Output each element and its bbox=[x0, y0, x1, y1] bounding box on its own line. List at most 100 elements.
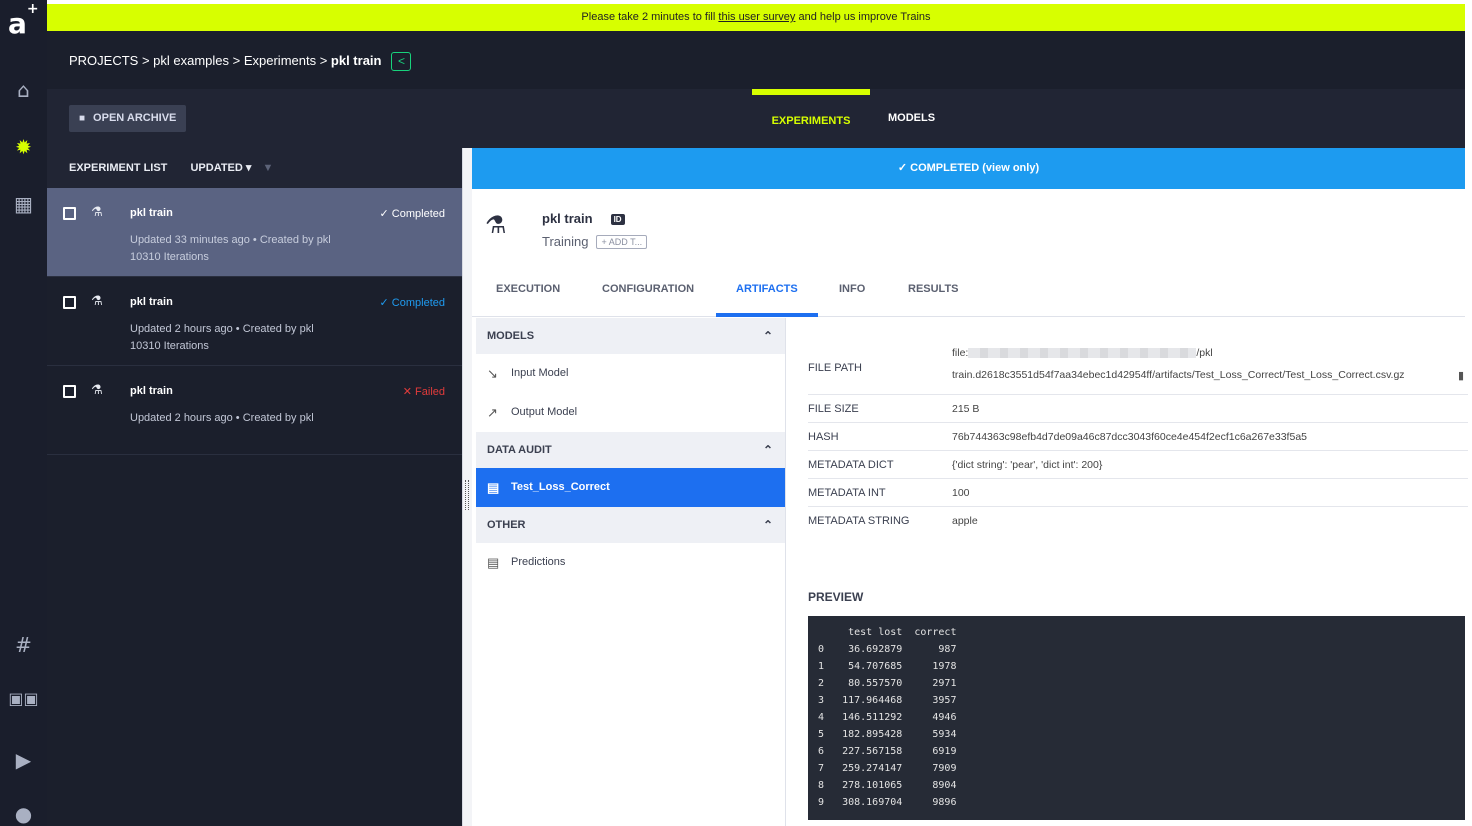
preview-title: PREVIEW bbox=[808, 590, 864, 604]
section-data-audit[interactable]: DATA AUDIT ⌃ bbox=[476, 432, 785, 468]
section-models[interactable]: MODELS ⌃ bbox=[476, 318, 785, 354]
chevron-down-icon: ▾ bbox=[245, 162, 252, 174]
training-type-icon: ⚗ bbox=[485, 211, 507, 239]
share-icon[interactable]: < bbox=[391, 52, 412, 71]
tab-artifacts[interactable]: ARTIFACTS bbox=[716, 275, 818, 317]
experiment-title: pkl train ID bbox=[542, 211, 625, 226]
artifacts-list: MODELS ⌃ ↘ Input Model ↗ Output Model DATA … bbox=[476, 318, 786, 826]
metadata-key: METADATA DICT bbox=[808, 459, 894, 471]
slack-icon[interactable]: # bbox=[0, 635, 47, 655]
experiment-header: ⚗ pkl train ID Training + ADD T... EXECUTI… bbox=[472, 189, 1465, 317]
list-item[interactable]: ↘ Input Model bbox=[476, 354, 785, 393]
metadata-value: {'dict string': 'pear', 'dict int': 200} bbox=[952, 459, 1103, 471]
list-item[interactable]: ▤ Predictions bbox=[476, 543, 785, 582]
table-row[interactable]: ⚗ pkl train Updated 2 hours ago • Create… bbox=[47, 366, 462, 455]
document-icon: ▤ bbox=[487, 480, 500, 495]
metadata-row: METADATA STRING apple bbox=[808, 507, 1468, 535]
tab-experiments[interactable]: EXPERIMENTS bbox=[752, 89, 870, 148]
preview-table: test lost correct 0 36.692879 987 1 54.7… bbox=[808, 616, 1465, 820]
archive-icon: ■ bbox=[79, 113, 86, 124]
training-type-icon: ⚗ bbox=[91, 383, 103, 398]
input-model-icon: ↘ bbox=[487, 366, 498, 381]
app-logo[interactable]: a+ bbox=[8, 2, 39, 38]
experiment-type: Training + ADD T... bbox=[542, 234, 648, 249]
survey-link[interactable]: this user survey bbox=[718, 11, 795, 23]
metadata-key: FILE PATH bbox=[808, 362, 862, 374]
tab-configuration[interactable]: CONFIGURATION bbox=[602, 275, 694, 303]
chevron-up-icon[interactable]: ⌃ bbox=[763, 432, 773, 468]
brain-icon[interactable]: ✹ bbox=[0, 137, 47, 157]
metadata-value: train.d2618c3551d54f7aa34ebec1d42954ff/a… bbox=[952, 369, 1405, 381]
open-archive-button[interactable]: ■ OPEN ARCHIVE bbox=[69, 105, 187, 132]
metadata-key: METADATA INT bbox=[808, 487, 886, 499]
tab-info[interactable]: INFO bbox=[839, 275, 865, 303]
chevron-up-icon[interactable]: ⌃ bbox=[763, 507, 773, 543]
experiment-meta: Updated 2 hours ago • Created by pkl 1031… bbox=[130, 323, 314, 352]
add-tag-button[interactable]: + ADD T... bbox=[596, 235, 648, 249]
banner-text: Please take 2 minutes to fill bbox=[581, 11, 719, 23]
list-title: EXPERIMENT LIST bbox=[69, 162, 168, 174]
row-checkbox[interactable] bbox=[63, 207, 76, 220]
drag-handle[interactable] bbox=[465, 480, 469, 510]
metadata-value: apple bbox=[952, 515, 978, 527]
metadata-value: file:/pkl bbox=[952, 347, 1213, 359]
document-icon: ▤ bbox=[487, 555, 500, 570]
table-row[interactable]: ⚗ pkl train Updated 33 minutes ago • Cre… bbox=[47, 188, 462, 277]
server-icon[interactable]: ▦ bbox=[0, 194, 47, 214]
tab-results[interactable]: RESULTS bbox=[908, 275, 959, 303]
metadata-key: METADATA STRING bbox=[808, 515, 910, 527]
top-header: PROJECTS > pkl examples > Experiments > … bbox=[47, 31, 1465, 89]
experiment-name: pkl train bbox=[130, 385, 173, 397]
sub-toolbar: ■ OPEN ARCHIVE EXPERIMENTS MODELS bbox=[47, 89, 1465, 148]
banner-text-suffix: and help us improve Trains bbox=[795, 11, 931, 23]
experiment-list-panel: EXPERIMENT LIST UPDATED ▾ ▼ ⚗ pkl train … bbox=[47, 148, 462, 826]
metadata-key: FILE SIZE bbox=[808, 403, 859, 415]
app-root: a+ ⌂ ✹ ▦ # ▣▣ ▶ ● Please take 2 minutes … bbox=[0, 0, 1472, 826]
breadcrumb: PROJECTS > pkl examples > Experiments > … bbox=[69, 52, 412, 71]
status-badge: ✓ Completed bbox=[379, 208, 445, 220]
experiment-meta: Updated 2 hours ago • Created by pkl bbox=[130, 412, 314, 424]
section-other[interactable]: OTHER ⌃ bbox=[476, 507, 785, 543]
home-icon[interactable]: ⌂ bbox=[0, 80, 47, 100]
list-item[interactable]: ▤ Test_Loss_Correct bbox=[476, 468, 785, 507]
status-badge: ✕ Failed bbox=[402, 386, 445, 398]
github-icon[interactable]: ● bbox=[0, 804, 47, 824]
experiment-meta: Updated 33 minutes ago • Created by pkl 1… bbox=[130, 234, 331, 263]
row-checkbox[interactable] bbox=[63, 296, 76, 309]
training-type-icon: ⚗ bbox=[91, 205, 103, 220]
panel-splitter[interactable] bbox=[462, 148, 472, 826]
metadata-row: METADATA INT 100 bbox=[808, 479, 1468, 507]
docs-icon[interactable]: ▣▣ bbox=[0, 691, 47, 707]
metadata-key: HASH bbox=[808, 431, 839, 443]
experiment-name: pkl train bbox=[130, 296, 173, 308]
metadata-row: METADATA DICT {'dict string': 'pear', 'd… bbox=[808, 451, 1468, 479]
redacted-block bbox=[968, 348, 1197, 359]
left-rail: a+ ⌂ ✹ ▦ # ▣▣ ▶ ● bbox=[0, 0, 47, 826]
table-row[interactable]: ⚗ pkl train Updated 2 hours ago • Create… bbox=[47, 277, 462, 366]
list-item[interactable]: ↗ Output Model bbox=[476, 393, 785, 432]
output-model-icon: ↗ bbox=[487, 405, 498, 420]
id-badge[interactable]: ID bbox=[610, 214, 625, 226]
metadata-value: 100 bbox=[952, 487, 970, 499]
tab-models[interactable]: MODELS bbox=[888, 89, 935, 148]
survey-banner: Please take 2 minutes to fill this user … bbox=[47, 4, 1465, 31]
metadata-value: 215 B bbox=[952, 403, 980, 415]
filter-icon[interactable]: ▼ bbox=[262, 162, 273, 174]
tab-execution[interactable]: EXECUTION bbox=[496, 275, 560, 303]
metadata-value: 76b744363c98efb4d7de09a46c87dcc3043f60ce… bbox=[952, 431, 1307, 443]
experiment-name: pkl train bbox=[130, 207, 173, 219]
metadata-row-file-path: FILE PATH file:/pkl train.d2618c3551d54f… bbox=[808, 338, 1468, 395]
copy-icon[interactable]: ▮ bbox=[1458, 369, 1464, 382]
row-checkbox[interactable] bbox=[63, 385, 76, 398]
metadata-row: HASH 76b744363c98efb4d7de09a46c87dcc3043… bbox=[808, 423, 1468, 451]
sort-dropdown[interactable]: UPDATED ▾ bbox=[190, 162, 251, 174]
status-badge: ✓ Completed bbox=[379, 297, 445, 309]
metadata-row: FILE SIZE 215 B bbox=[808, 395, 1468, 423]
experiment-list-header: EXPERIMENT LIST UPDATED ▾ ▼ bbox=[47, 148, 462, 188]
artifact-metadata: FILE PATH file:/pkl train.d2618c3551d54f… bbox=[808, 338, 1468, 535]
chevron-up-icon[interactable]: ⌃ bbox=[763, 318, 773, 354]
youtube-icon[interactable]: ▶ bbox=[0, 750, 47, 770]
breadcrumb-current: pkl train bbox=[330, 52, 382, 68]
breadcrumb-path[interactable]: PROJECTS > pkl examples > Experiments > bbox=[69, 53, 331, 68]
training-type-icon: ⚗ bbox=[91, 294, 103, 309]
